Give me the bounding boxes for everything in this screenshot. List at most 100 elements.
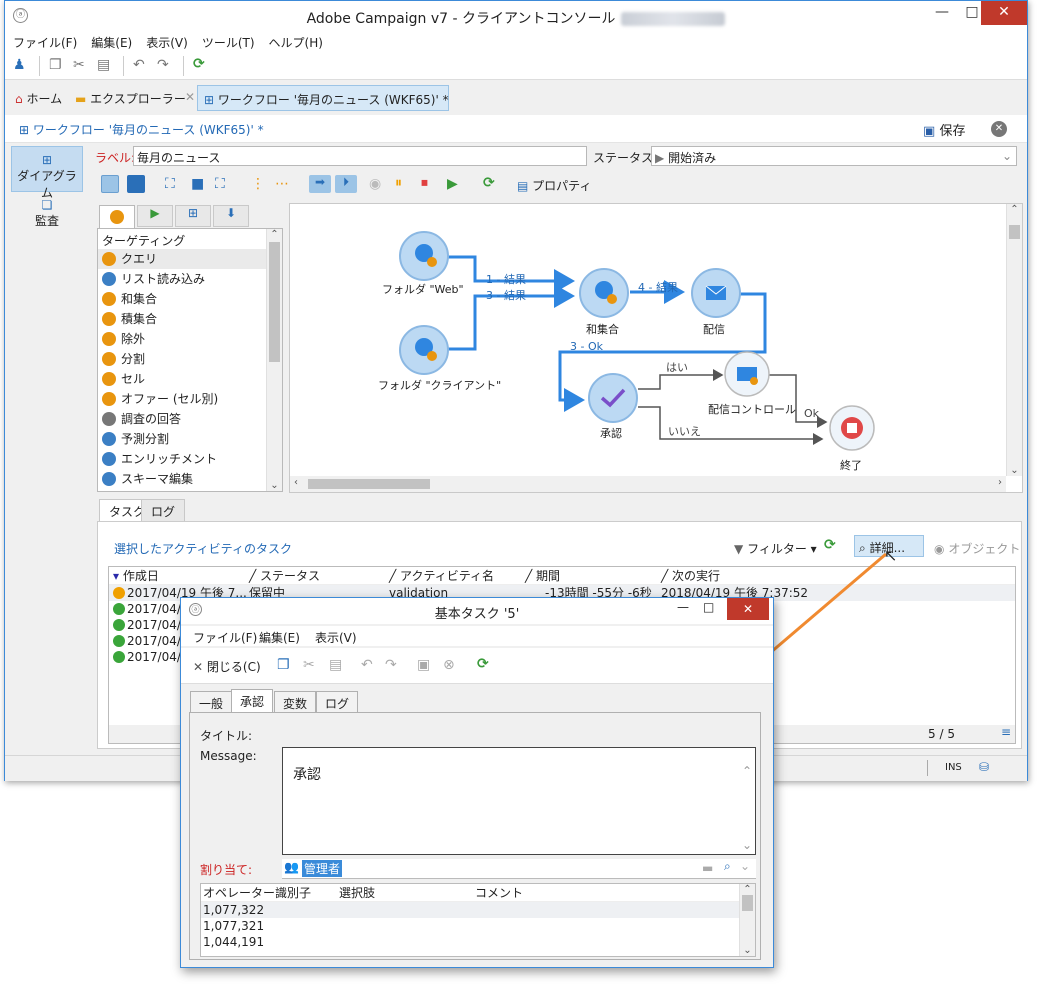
workflow-canvas[interactable]: フォルダ "Web" フォルダ "クライアント" 和集合 配信 承認 配信コント… [289,203,1023,493]
tab-log[interactable]: ログ [141,499,186,521]
save-button[interactable]: ▣ 保存 [923,120,965,139]
node-delivery[interactable] [691,268,741,318]
palette-scrollbar[interactable]: ⌃ ⌄ [266,229,282,491]
palette-item[interactable]: クエリ [98,249,282,269]
zoom-fit-icon[interactable]: ⛶ [165,176,175,192]
node-union[interactable] [579,268,629,318]
refresh-icon[interactable]: ⟳ [477,656,489,672]
menu-edit[interactable]: 編集(E) [83,32,138,51]
scroll-up-icon[interactable]: ⌃ [742,764,752,778]
palette-item[interactable]: リスト読み込み [98,269,282,289]
node-end[interactable] [829,405,875,451]
palette-item[interactable]: 除外 [98,329,282,349]
tab-home[interactable]: ⌂ ホーム [9,85,68,111]
menu-file[interactable]: ファイル(F) [5,32,83,51]
close-tab-icon[interactable]: ✕ [185,90,195,104]
sidebar-item-audit[interactable]: ❏ 監査 [11,198,83,244]
redo-icon[interactable]: ↷ [385,657,397,673]
tab-actions[interactable]: ⊞ [175,205,211,227]
menu-tools[interactable]: ツール(T) [194,32,261,51]
node-delivery-control[interactable] [724,351,770,397]
tab-approval[interactable]: 承認 [231,689,274,713]
scroll-down-icon[interactable]: ⌄ [1007,465,1022,476]
scroll-thumb[interactable] [742,895,753,911]
close-dialog-button[interactable]: ✕ [727,598,769,620]
palette-item[interactable]: 分割 [98,349,282,369]
node-folder-client[interactable] [399,325,449,375]
menu-help[interactable]: ヘルプ(H) [261,32,329,51]
column-header[interactable]: コメント [475,884,523,902]
sidebar-item-diagram[interactable]: ⊞ ダイアグラム [11,146,83,200]
layout-vertical-icon[interactable] [101,175,119,193]
menu-edit[interactable]: 編集(E) [259,629,300,646]
chevron-down-icon[interactable]: ⌄ [740,859,750,873]
scroll-down-icon[interactable]: ⌄ [267,480,282,491]
minimize-button[interactable]: — [927,1,957,25]
transition-arrow[interactable] [638,369,724,390]
tab-variables[interactable]: 変数 [274,691,317,713]
tab-targeting[interactable] [99,205,135,229]
palette-item[interactable]: セル [98,369,282,389]
table-row[interactable]: 1,077,322 [201,902,755,918]
close-window-button[interactable]: ✕ [981,1,1027,25]
folder-icon[interactable]: ▬ [702,861,713,875]
resume-icon[interactable]: ▶ [447,176,458,192]
play-icon[interactable]: ◉ [369,176,381,192]
menu-file[interactable]: ファイル(F) [193,629,257,646]
column-header[interactable]: オペレーター識別子 [203,884,311,902]
cut-icon[interactable]: ✂ [303,657,315,673]
message-textarea[interactable]: 承認 ⌃ ⌄ [282,747,756,855]
tab-events[interactable]: ⬇ [213,205,249,227]
table-row[interactable]: 1,044,191 [201,934,755,950]
transition-arrow[interactable] [448,284,575,351]
tab-flow-control[interactable]: ▶ [137,205,173,227]
column-header[interactable]: 選択肢 [339,884,375,902]
scroll-thumb[interactable] [1009,225,1020,239]
close-button[interactable]: ✕ 閉じる(C) [193,658,261,675]
palette-item[interactable]: エンリッチメント [98,449,282,469]
copy-icon[interactable]: ❐ [49,57,62,73]
palette-item[interactable]: 積集合 [98,309,282,329]
canvas-hscroll[interactable]: ‹ › [290,476,1006,492]
scroll-down-icon[interactable]: ⌄ [742,838,752,852]
column-header[interactable]: ╱ 次の実行 [661,567,720,585]
vertical-dots-icon[interactable]: ⋮ [251,176,265,192]
close-icon[interactable]: ✕ [991,121,1007,137]
table-row[interactable]: 1,077,321 [201,918,755,934]
paste-icon[interactable]: ▤ [329,657,342,673]
column-header[interactable]: ╱ 期間 [525,567,560,585]
undo-icon[interactable]: ↶ [133,57,145,73]
stop-icon[interactable]: ⏹ [421,175,428,191]
tab-workflow[interactable]: ⊞ ワークフロー '毎月のニュース (WKF65)' * [197,85,449,111]
grid-scrollbar[interactable]: ⌃ ⌄ [739,884,755,956]
refresh-icon[interactable]: ⟳ [483,175,495,191]
copy-icon[interactable]: ❐ [277,657,290,673]
palette-item[interactable]: 調査の回答 [98,409,282,429]
canvas-vscroll[interactable]: ⌃ ⌄ [1006,204,1022,476]
status-select[interactable]: ▶ 開始済み ⌄ [651,146,1017,166]
object-button[interactable]: ◉ オブジェクト [934,540,1020,557]
scroll-right-icon[interactable]: › [998,477,1002,488]
new-icon[interactable]: ♟ [13,57,26,73]
pause-icon[interactable]: ⏸ [395,175,402,191]
horizontal-dots-icon[interactable]: ⋯ [275,176,289,192]
assign-field[interactable]: 👥 管理者 ▬ ⌕ ⌄ [282,859,756,879]
node-folder-web[interactable] [399,231,449,281]
tab-log[interactable]: ログ [316,691,359,713]
palette-item[interactable]: オファー (セル別) [98,389,282,409]
scroll-up-icon[interactable]: ⌃ [267,229,282,240]
tab-general[interactable]: 一般 [190,691,233,713]
palette-item[interactable]: 和集合 [98,289,282,309]
palette-item[interactable]: 予測分割 [98,429,282,449]
paste-icon[interactable]: ▤ [97,57,110,73]
node-approval[interactable] [588,373,638,423]
zoom-page-icon[interactable]: ⛶ [215,176,225,192]
scroll-thumb[interactable] [269,242,280,362]
column-header[interactable]: ╱ アクティビティ名 [389,567,494,585]
column-header[interactable]: ╱ ステータス [249,567,320,585]
cut-icon[interactable]: ✂ [73,57,85,73]
maximize-button[interactable]: □ [703,600,714,614]
menu-view[interactable]: 表示(V) [315,629,357,646]
scroll-left-icon[interactable]: ‹ [294,477,298,488]
tab-explorer[interactable]: ▬ エクスプローラー ✕ [69,85,197,111]
